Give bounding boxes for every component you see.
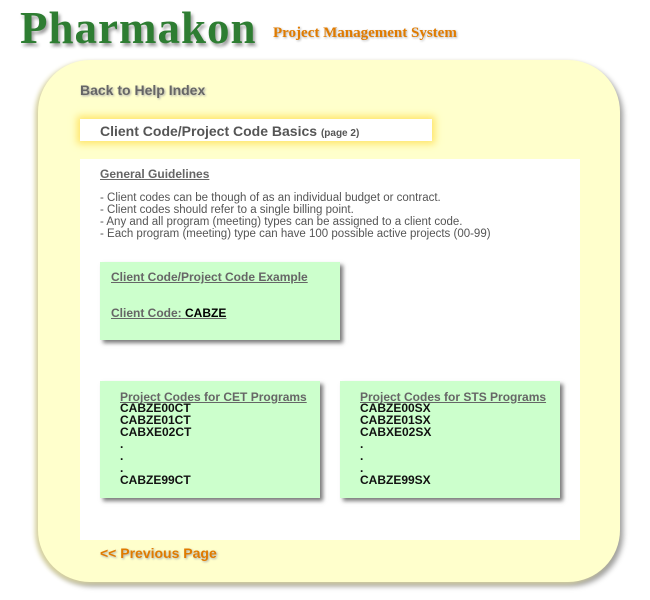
system-tagline: Project Management System bbox=[273, 25, 457, 41]
project-code: CABXE02SX bbox=[360, 425, 432, 439]
example-box: Client Code/Project Code Example Client … bbox=[100, 262, 340, 340]
client-code-line: Client Code: CABZE bbox=[111, 306, 226, 320]
example-box-title: Client Code/Project Code Example bbox=[111, 270, 308, 284]
guideline-item: - Any and all program (meeting) types ca… bbox=[100, 216, 463, 228]
previous-page-link[interactable]: << Previous Page bbox=[100, 545, 217, 561]
title-bar: Client Code/Project Code Basics (page 2) bbox=[80, 119, 432, 141]
cet-codes-box: Project Codes for CET Programs CABZE00CT… bbox=[100, 381, 320, 498]
help-content: General Guidelines - Client codes can be… bbox=[80, 159, 580, 540]
guideline-item: - Each program (meeting) type can have 1… bbox=[100, 228, 491, 240]
ellipsis-dot: . bbox=[360, 449, 364, 463]
pharmakon-logo: Pharmakon bbox=[20, 3, 257, 53]
project-code: CABZE99SX bbox=[360, 473, 431, 487]
page-title: Client Code/Project Code Basics (page 2) bbox=[100, 123, 359, 139]
sts-codes-box: Project Codes for STS Programs CABZE00SX… bbox=[340, 381, 560, 498]
project-code: CABXE02CT bbox=[120, 425, 192, 439]
page-number-label: (page 2) bbox=[320, 128, 360, 139]
guideline-item: - Client codes can be though of as an in… bbox=[100, 192, 441, 204]
sts-codes-list: CABZE00SX CABZE01SX CABXE02SX . . . CABZ… bbox=[360, 402, 431, 486]
ellipsis-dot: . bbox=[120, 449, 124, 463]
client-code-value: CABZE bbox=[185, 306, 227, 320]
guidelines-list: - Client codes can be though of as an in… bbox=[100, 192, 491, 240]
ellipsis-dot: . bbox=[360, 437, 364, 451]
cet-codes-list: CABZE00CT CABZE01CT CABXE02CT . . . CABZ… bbox=[120, 402, 191, 486]
back-to-help-index-link[interactable]: Back to Help Index bbox=[80, 82, 205, 98]
client-code-label: Client Code: bbox=[111, 306, 182, 320]
page-title-text: Client Code/Project Code Basics bbox=[100, 123, 318, 139]
guideline-item: - Client codes should refer to a single … bbox=[100, 204, 354, 216]
general-guidelines-heading: General Guidelines bbox=[100, 167, 210, 181]
project-code: CABZE99CT bbox=[120, 473, 191, 487]
ellipsis-dot: . bbox=[120, 437, 124, 451]
